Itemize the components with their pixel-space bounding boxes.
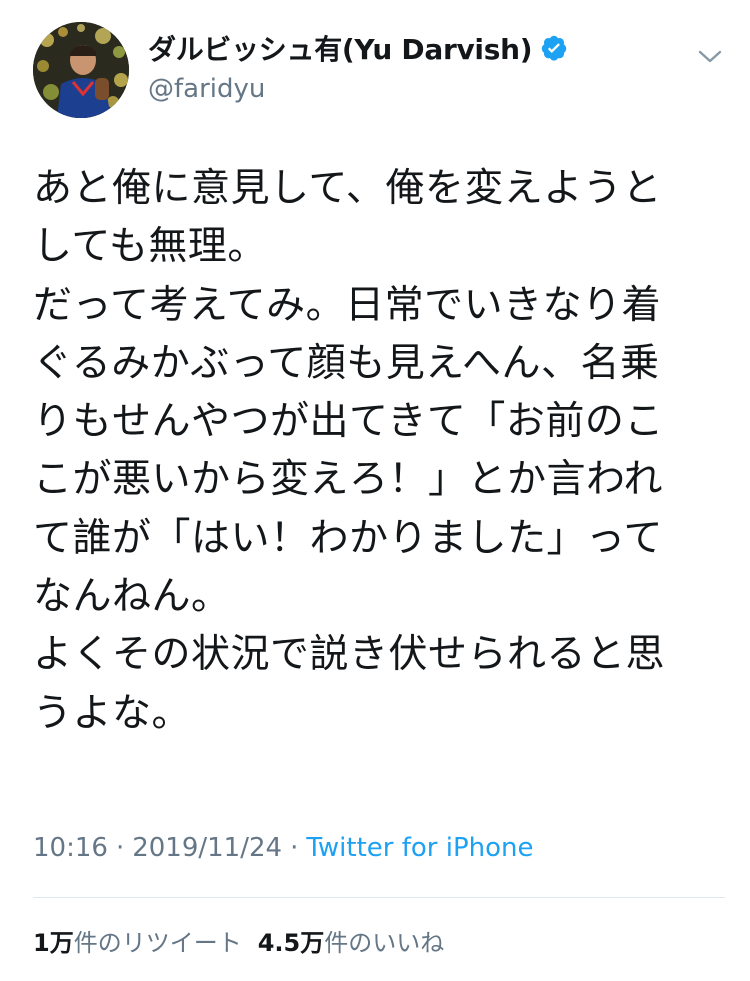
meta-separator-2: · xyxy=(290,833,299,863)
display-name[interactable]: ダルビッシュ有(Yu Darvish) xyxy=(148,28,533,68)
tweet-text: あと俺に意見して、俺を変えようと しても無理。 だって考えてみ。日常でいきなり着… xyxy=(33,166,666,736)
meta-separator: · xyxy=(115,833,125,863)
user-handle[interactable]: @faridyu xyxy=(148,74,568,104)
likes-count: 4.5万 xyxy=(257,929,325,957)
avatar[interactable] xyxy=(33,22,129,118)
retweets-stat[interactable]: 1万件のリツイート xyxy=(33,929,242,957)
chevron-down-icon[interactable] xyxy=(694,40,726,72)
likes-label: 件のいいね xyxy=(324,929,445,957)
retweets-count: 1万 xyxy=(33,929,74,957)
divider xyxy=(33,897,725,898)
retweets-label: 件のリツイート xyxy=(73,929,242,957)
tweet-header: ダルビッシュ有(Yu Darvish) @faridyu xyxy=(0,0,750,130)
tweet-date: 2019/11/24 xyxy=(132,833,283,863)
display-name-row: ダルビッシュ有(Yu Darvish) xyxy=(148,28,568,68)
user-names: ダルビッシュ有(Yu Darvish) @faridyu xyxy=(148,28,568,104)
tweet-time: 10:16 xyxy=(33,833,108,863)
verified-badge-icon xyxy=(541,35,567,61)
avatar-photo-icon xyxy=(33,22,129,118)
tweet-meta: 10:16 · 2019/11/24 · Twitter for iPhone xyxy=(33,833,534,863)
tweet-stats: 1万件のリツイート 4.5万件のいいね xyxy=(33,923,444,958)
likes-stat[interactable]: 4.5万件のいいね xyxy=(258,929,445,957)
tweet-source-link[interactable]: Twitter for iPhone xyxy=(306,833,533,863)
